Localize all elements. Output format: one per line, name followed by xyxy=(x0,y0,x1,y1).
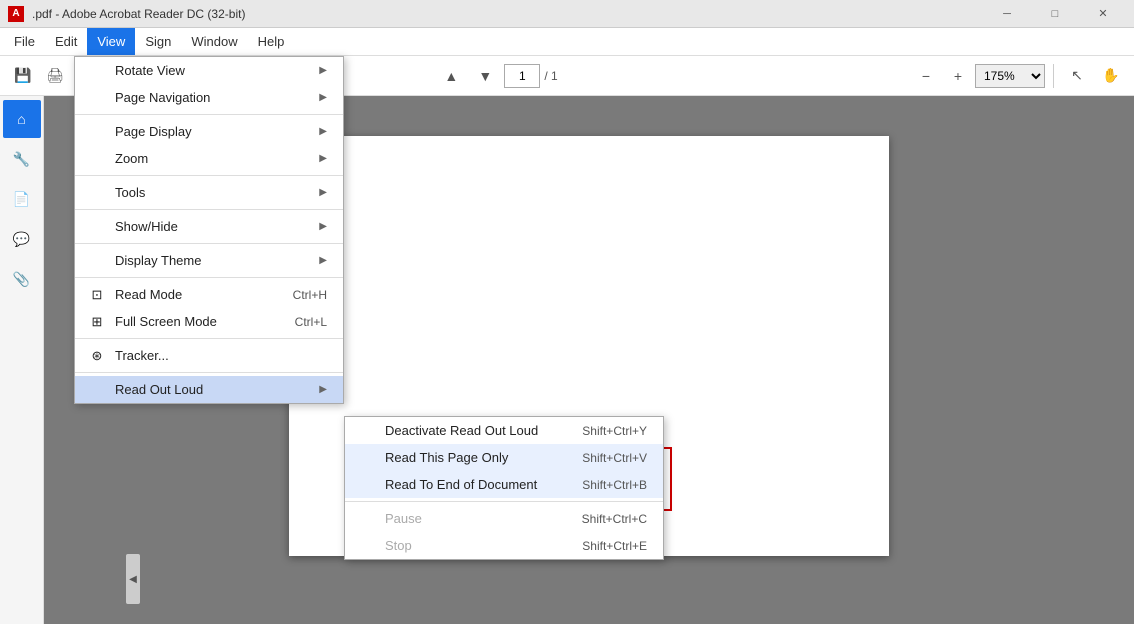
full-screen-mode-label: Full Screen Mode xyxy=(115,314,217,329)
read-page-label: Read This Page Only xyxy=(385,450,508,465)
menu-separator-4 xyxy=(75,243,343,244)
read-out-loud-submenu: Deactivate Read Out Loud Shift+Ctrl+Y Re… xyxy=(344,416,664,560)
zoom-out-button[interactable]: − xyxy=(911,61,941,91)
rotate-view-label: Rotate View xyxy=(115,63,185,78)
deactivate-shortcut: Shift+Ctrl+Y xyxy=(542,424,647,438)
menu-separator-7 xyxy=(75,372,343,373)
read-end-shortcut: Shift+Ctrl+B xyxy=(542,478,647,492)
view-dropdown-menu: Rotate View ▶ Page Navigation ▶ Page Dis… xyxy=(74,56,344,404)
full-screen-mode-icon: ⊞ xyxy=(87,312,107,332)
submenu-item-deactivate[interactable]: Deactivate Read Out Loud Shift+Ctrl+Y xyxy=(345,417,663,444)
submenu-item-stop: Stop Shift+Ctrl+E xyxy=(345,532,663,559)
menu-item-full-screen-mode[interactable]: ⊞ Full Screen Mode Ctrl+L xyxy=(75,308,343,335)
read-end-label: Read To End of Document xyxy=(385,477,537,492)
menu-item-tracker[interactable]: ⊛ Tracker... xyxy=(75,342,343,369)
tracker-label: Tracker... xyxy=(115,348,169,363)
menu-file[interactable]: File xyxy=(4,28,45,55)
menu-separator-2 xyxy=(75,175,343,176)
show-hide-label: Show/Hide xyxy=(115,219,178,234)
menu-separator-5 xyxy=(75,277,343,278)
menu-item-zoom[interactable]: Zoom ▶ xyxy=(75,145,343,172)
menu-item-read-out-loud[interactable]: Read Out Loud ▶ xyxy=(75,376,343,403)
full-screen-mode-shortcut: Ctrl+L xyxy=(255,315,327,329)
page-total-label: / 1 xyxy=(544,69,557,83)
menu-window[interactable]: Window xyxy=(181,28,247,55)
stop-label: Stop xyxy=(385,538,412,553)
read-mode-label: Read Mode xyxy=(115,287,182,302)
menu-item-show-hide[interactable]: Show/Hide ▶ xyxy=(75,213,343,240)
print-button[interactable]: 🖨 xyxy=(40,61,70,91)
left-panel: ⌂ 🔧 📄 💬 📎 xyxy=(0,96,44,624)
menu-view[interactable]: View xyxy=(87,28,135,55)
toolbar-separator-2 xyxy=(1053,64,1054,88)
stop-shortcut: Shift+Ctrl+E xyxy=(542,539,647,553)
next-page-button[interactable]: ▼ xyxy=(470,61,500,91)
tools-label: Tools xyxy=(115,185,145,200)
maximize-button[interactable]: □ xyxy=(1032,4,1078,24)
menu-item-read-mode[interactable]: ⊡ Read Mode Ctrl+H xyxy=(75,281,343,308)
collapse-panel-button[interactable]: ◀ xyxy=(126,554,140,604)
attachment-panel-button[interactable]: 📎 xyxy=(3,260,41,298)
comment-panel-button[interactable]: 💬 xyxy=(3,220,41,258)
submenu-separator xyxy=(345,501,663,502)
zoom-group: − + 175% 150% 125% 100% xyxy=(911,61,1045,91)
page-number-input[interactable]: 1 xyxy=(504,64,540,88)
hand-tool-button[interactable]: ✋ xyxy=(1096,61,1126,91)
zoom-label: Zoom xyxy=(115,151,148,166)
submenu-item-pause: Pause Shift+Ctrl+C xyxy=(345,505,663,532)
deactivate-label: Deactivate Read Out Loud xyxy=(385,423,538,438)
pages-panel-button[interactable]: 📄 xyxy=(3,180,41,218)
select-tool-button[interactable]: ↖ xyxy=(1062,61,1092,91)
close-button[interactable]: ✕ xyxy=(1080,4,1126,24)
menu-item-tools[interactable]: Tools ▶ xyxy=(75,179,343,206)
menu-separator-6 xyxy=(75,338,343,339)
zoom-select[interactable]: 175% 150% 125% 100% xyxy=(975,64,1045,88)
menu-separator-3 xyxy=(75,209,343,210)
title-bar-text: .pdf - Adobe Acrobat Reader DC (32-bit) xyxy=(32,7,245,21)
menu-sign[interactable]: Sign xyxy=(135,28,181,55)
menu-item-display-theme[interactable]: Display Theme ▶ xyxy=(75,247,343,274)
menu-edit[interactable]: Edit xyxy=(45,28,87,55)
minimize-button[interactable]: ─ xyxy=(984,4,1030,24)
read-page-shortcut: Shift+Ctrl+V xyxy=(542,451,647,465)
title-bar: A .pdf - Adobe Acrobat Reader DC (32-bit… xyxy=(0,0,1134,28)
page-navigation-label: Page Navigation xyxy=(115,90,210,105)
save-button[interactable]: 💾 xyxy=(8,61,38,91)
page-display-label: Page Display xyxy=(115,124,192,139)
read-mode-shortcut: Ctrl+H xyxy=(253,288,327,302)
menu-separator-1 xyxy=(75,114,343,115)
display-theme-label: Display Theme xyxy=(115,253,201,268)
prev-page-button[interactable]: ▲ xyxy=(436,61,466,91)
menu-item-rotate-view[interactable]: Rotate View ▶ xyxy=(75,57,343,84)
menu-help[interactable]: Help xyxy=(248,28,295,55)
read-out-loud-label: Read Out Loud xyxy=(115,382,203,397)
zoom-in-button[interactable]: + xyxy=(943,61,973,91)
menu-bar: File Edit View Sign Window Help xyxy=(0,28,1134,56)
pause-shortcut: Shift+Ctrl+C xyxy=(542,512,647,526)
submenu-item-read-end[interactable]: Read To End of Document Shift+Ctrl+B xyxy=(345,471,663,498)
page-navigation-group: ▲ ▼ 1 / 1 xyxy=(436,61,557,91)
tracker-icon: ⊛ xyxy=(87,346,107,366)
pause-label: Pause xyxy=(385,511,422,526)
home-panel-button[interactable]: ⌂ xyxy=(3,100,41,138)
app-icon: A xyxy=(8,6,24,22)
toolbar-left: 💾 🖨 xyxy=(8,61,70,91)
menu-item-page-display[interactable]: Page Display ▶ xyxy=(75,118,343,145)
submenu-item-read-page[interactable]: Read This Page Only Shift+Ctrl+V xyxy=(345,444,663,471)
menu-item-page-navigation[interactable]: Page Navigation ▶ xyxy=(75,84,343,111)
read-mode-icon: ⊡ xyxy=(87,285,107,305)
title-bar-controls: ─ □ ✕ xyxy=(984,4,1126,24)
tools-panel-button[interactable]: 🔧 xyxy=(3,140,41,178)
